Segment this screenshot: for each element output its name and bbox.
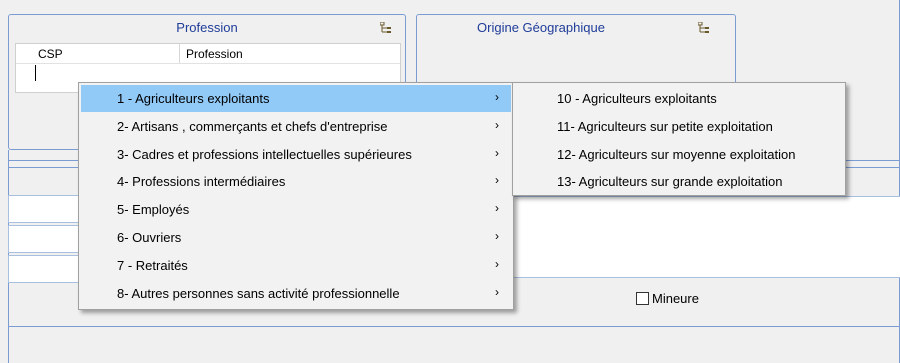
context-menu-item-label: 2- Artisans , commerçants et chefs d'ent… bbox=[117, 118, 388, 134]
context-menu-item-label: 3- Cadres et professions intellectuelles… bbox=[117, 146, 412, 162]
mineure-checkbox[interactable] bbox=[636, 292, 649, 305]
chevron-right-icon: › bbox=[495, 284, 499, 299]
context-menu-item-label: 6- Ouvriers bbox=[117, 230, 182, 245]
chevron-right-icon: › bbox=[495, 201, 499, 216]
context-menu-item[interactable]: 1 - Agriculteurs exploitants › bbox=[81, 85, 511, 112]
chevron-right-icon: › bbox=[495, 173, 499, 188]
chevron-right-icon: › bbox=[495, 256, 499, 271]
context-menu: 1 - Agriculteurs exploitants › 2- Artisans… bbox=[78, 82, 514, 310]
grid-header-csp[interactable]: CSP bbox=[38, 47, 63, 61]
chevron-right-icon: › bbox=[495, 90, 499, 104]
context-menu-item[interactable]: 2- Artisans , commerçants et chefs d'ent… bbox=[81, 113, 511, 140]
grid-header-profession[interactable]: Profession bbox=[186, 47, 243, 61]
grid-header-bottom bbox=[16, 63, 400, 64]
context-menu-item-label: 7 - Retraités bbox=[117, 257, 188, 273]
submenu-item-label: 10 - Agriculteurs exploitants bbox=[557, 91, 717, 106]
profession-panel-title: Profession bbox=[176, 20, 238, 35]
submenu-item[interactable]: 11- Agriculteurs sur petite exploitation bbox=[515, 113, 843, 140]
submenu-item-label: 13- Agriculteurs sur grande exploitation bbox=[557, 174, 783, 190]
context-menu-item-label: 4- Professions intermédiaires bbox=[117, 174, 286, 190]
origin-panel-title: Origine Géographique bbox=[477, 20, 605, 35]
bottom-section-divider bbox=[8, 326, 900, 327]
chevron-right-icon: › bbox=[495, 117, 499, 132]
hierarchy-icon[interactable] bbox=[698, 22, 710, 34]
submenu-item-label: 12- Agriculteurs sur moyenne exploitatio… bbox=[557, 146, 796, 162]
context-menu-item[interactable]: 3- Cadres et professions intellectuelles… bbox=[81, 141, 511, 168]
form-field-right[interactable] bbox=[512, 196, 900, 278]
mineure-label[interactable]: Mineure bbox=[652, 291, 699, 306]
submenu-item[interactable]: 13- Agriculteurs sur grande exploitation bbox=[515, 168, 843, 195]
context-menu-item-label: 1 - Agriculteurs exploitants bbox=[117, 91, 270, 106]
submenu-item[interactable]: 12- Agriculteurs sur moyenne exploitatio… bbox=[515, 141, 843, 168]
context-menu-item[interactable]: 5- Employés › bbox=[81, 196, 511, 223]
context-menu-item[interactable]: 8- Autres personnes sans activité profes… bbox=[81, 280, 511, 307]
hierarchy-icon[interactable] bbox=[380, 22, 392, 34]
submenu-item-label: 11- Agriculteurs sur petite exploitation bbox=[557, 118, 773, 134]
submenu-item[interactable]: 10 - Agriculteurs exploitants bbox=[515, 85, 843, 112]
context-menu-item-label: 5- Employés bbox=[117, 202, 190, 218]
context-menu-item-label: 8- Autres personnes sans activité profes… bbox=[117, 285, 400, 301]
chevron-right-icon: › bbox=[495, 229, 499, 243]
submenu: 10 - Agriculteurs exploitants 11- Agricul… bbox=[512, 82, 846, 196]
grid-header-divider bbox=[179, 44, 180, 63]
context-menu-item[interactable]: 7 - Retraités › bbox=[81, 252, 511, 279]
context-menu-item[interactable]: 6- Ouvriers › bbox=[81, 224, 511, 251]
context-menu-item[interactable]: 4- Professions intermédiaires › bbox=[81, 168, 511, 195]
chevron-right-icon: › bbox=[495, 145, 499, 160]
grid-cell-csp-editor[interactable] bbox=[35, 65, 36, 81]
